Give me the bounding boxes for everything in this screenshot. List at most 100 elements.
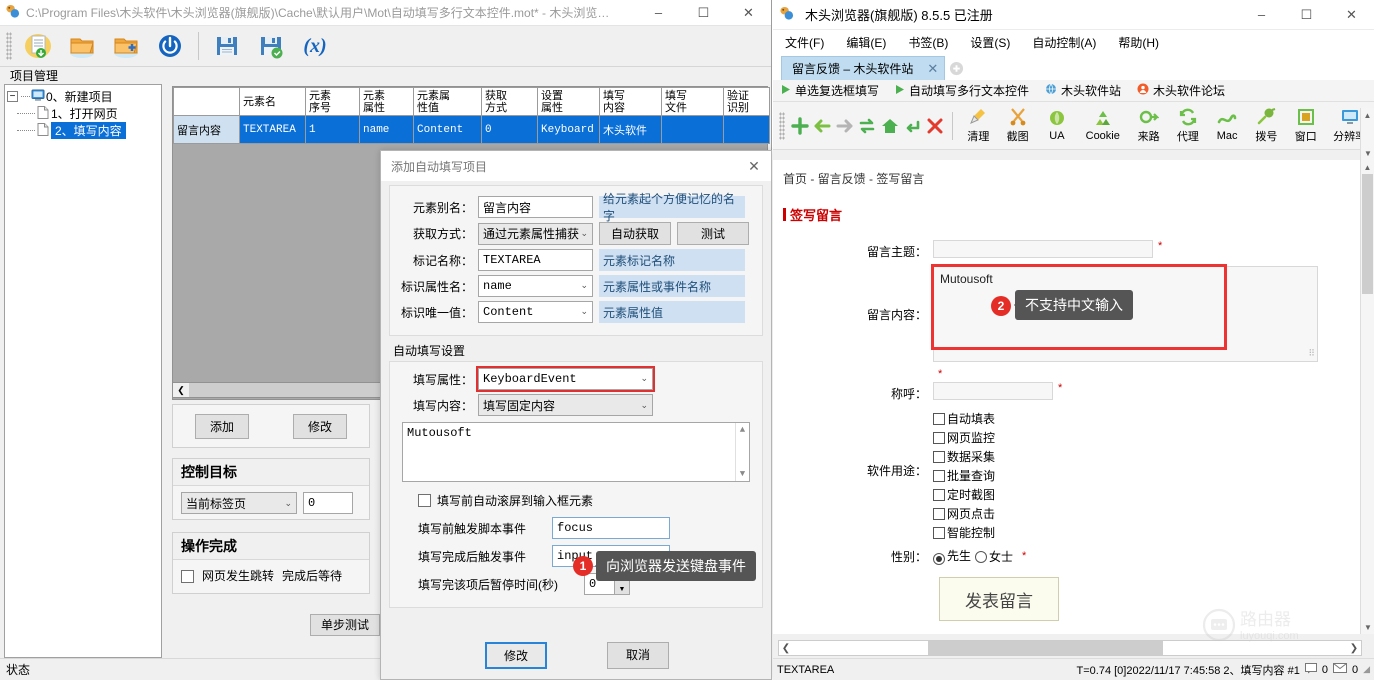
cookie-icon[interactable]: Cookie bbox=[1077, 109, 1129, 142]
cell-fill-content[interactable]: 木头软件 bbox=[600, 116, 662, 144]
add-folder-icon[interactable] bbox=[104, 27, 148, 65]
menu-edit[interactable]: 编辑(E) bbox=[846, 34, 886, 51]
col-header-2[interactable]: 元素序号 bbox=[306, 88, 360, 116]
stop-icon[interactable] bbox=[923, 109, 945, 143]
usage-option-6[interactable]: 智能控制 bbox=[933, 524, 995, 541]
cell-capture-mode[interactable]: 0 bbox=[482, 116, 538, 144]
resize-handle-icon[interactable]: ⠿ bbox=[1308, 348, 1315, 359]
power-icon[interactable] bbox=[148, 27, 192, 65]
resize-grip-icon[interactable]: ◢ bbox=[1363, 664, 1370, 675]
tree-node-1[interactable]: 1、打开网页 bbox=[5, 105, 161, 122]
menu-settings[interactable]: 设置(S) bbox=[970, 34, 1010, 51]
menu-automation[interactable]: 自动控制(A) bbox=[1032, 34, 1096, 51]
col-header-6[interactable]: 设置属性 bbox=[538, 88, 600, 116]
spinner-down-icon[interactable]: ▼ bbox=[615, 584, 629, 594]
close-icon[interactable]: ✕ bbox=[1329, 2, 1374, 28]
tree-node-2[interactable]: 2、填写内容 bbox=[5, 122, 161, 139]
cell-verify[interactable] bbox=[724, 116, 770, 144]
modify-button[interactable]: 修改 bbox=[293, 414, 347, 439]
mac-icon[interactable]: Mac bbox=[1208, 109, 1247, 142]
fill-attr-select[interactable]: KeyboardEvent ⌄ bbox=[478, 368, 653, 390]
attr-name-select[interactable]: name ⌄ bbox=[478, 275, 593, 297]
dialog-close-icon[interactable]: ✕ bbox=[737, 151, 771, 181]
usage-option-2[interactable]: 数据采集 bbox=[933, 448, 995, 465]
cell-element-attr[interactable]: name bbox=[360, 116, 414, 144]
new-tab-icon[interactable] bbox=[945, 56, 967, 80]
before-event-input[interactable]: focus bbox=[552, 517, 670, 539]
gender-option-female[interactable]: 女士 bbox=[975, 548, 1013, 565]
col-header-7[interactable]: 填写内容 bbox=[600, 88, 662, 116]
bookmark-single-multi-fill[interactable]: 单选复选框填写 bbox=[781, 82, 879, 99]
col-header-1[interactable]: 元素名 bbox=[240, 88, 306, 116]
scroll-up-icon[interactable]: ▲ bbox=[740, 425, 745, 435]
jump-checkbox[interactable] bbox=[181, 568, 194, 582]
menu-help[interactable]: 帮助(H) bbox=[1118, 34, 1159, 51]
fill-content-textarea[interactable]: Mutousoft ▲ ▼ bbox=[402, 422, 750, 482]
submit-button[interactable]: 发表留言 bbox=[939, 577, 1059, 621]
maximize-icon[interactable]: ☐ bbox=[681, 0, 726, 26]
cancel-button[interactable]: 取消 bbox=[607, 642, 669, 669]
usage-option-3[interactable]: 批量查询 bbox=[933, 467, 995, 484]
col-header-8[interactable]: 填写文件 bbox=[662, 88, 724, 116]
referer-icon[interactable]: 来路 bbox=[1129, 107, 1168, 144]
minimize-icon[interactable]: – bbox=[636, 0, 681, 26]
menu-bookmarks[interactable]: 书签(B) bbox=[908, 34, 948, 51]
scroll-down-icon[interactable]: ▼ bbox=[740, 469, 745, 479]
usage-option-1[interactable]: 网页监控 bbox=[933, 429, 995, 446]
window-icon[interactable]: 窗口 bbox=[1286, 107, 1325, 144]
add-button[interactable]: 添加 bbox=[195, 414, 249, 439]
minimize-icon[interactable]: – bbox=[1239, 2, 1284, 28]
fill-content-select[interactable]: 填写固定内容 ⌄ bbox=[478, 394, 653, 416]
cell-element-attr-value[interactable]: Content bbox=[414, 116, 482, 144]
reload-icon[interactable] bbox=[901, 109, 923, 143]
cell-fill-file[interactable] bbox=[662, 116, 724, 144]
new-project-icon[interactable] bbox=[16, 27, 60, 65]
tree-node-2-label[interactable]: 2、填写内容 bbox=[51, 122, 126, 139]
scroll-up-icon[interactable]: ▲ bbox=[1361, 160, 1374, 174]
scroll-left-icon[interactable]: ❮ bbox=[779, 643, 793, 654]
scroll-left-icon[interactable]: ❮ bbox=[173, 383, 189, 397]
dial-icon[interactable]: 拨号 bbox=[1247, 107, 1286, 144]
auto-get-button[interactable]: 自动获取 bbox=[599, 222, 671, 245]
bookmark-mutou-forum[interactable]: 木头软件论坛 bbox=[1137, 82, 1225, 99]
browser-tab[interactable]: 留言反馈 – 木头软件站 ✕ bbox=[781, 56, 945, 80]
scroll-thumb[interactable] bbox=[928, 641, 1163, 655]
maximize-icon[interactable]: ☐ bbox=[1284, 2, 1329, 28]
save-icon[interactable] bbox=[205, 27, 249, 65]
checkbox-box[interactable] bbox=[418, 494, 431, 507]
checkbox-box[interactable] bbox=[933, 432, 945, 444]
scroll-down-icon[interactable]: ▼ bbox=[1361, 146, 1374, 160]
bookmark-autofill-textarea[interactable]: 自动填写多行文本控件 bbox=[895, 82, 1029, 99]
checkbox-box[interactable] bbox=[933, 508, 945, 520]
confirm-button[interactable]: 修改 bbox=[485, 642, 547, 669]
bookmark-mutou-site[interactable]: 木头软件站 bbox=[1045, 82, 1121, 99]
col-header-4[interactable]: 元素属性值 bbox=[414, 88, 482, 116]
checkbox-box[interactable] bbox=[933, 451, 945, 463]
subject-input[interactable] bbox=[933, 240, 1153, 258]
project-tree[interactable]: − 0、新建项目 1、打开网页 2、填写内容 bbox=[4, 84, 162, 658]
cell-set-attr[interactable]: Keyboard bbox=[538, 116, 600, 144]
scroll-checkbox-row[interactable]: 填写前自动滚屏到输入框元素 bbox=[418, 492, 758, 509]
alias-input[interactable]: 留言内容 bbox=[478, 196, 593, 218]
scroll-right-icon[interactable]: ❯ bbox=[1347, 643, 1361, 654]
add-icon[interactable] bbox=[789, 109, 811, 143]
scroll-thumb[interactable] bbox=[189, 383, 389, 397]
refresh-icon[interactable] bbox=[856, 109, 878, 143]
tree-node-0[interactable]: − 0、新建项目 bbox=[5, 88, 161, 105]
cell-element-name[interactable]: TEXTAREA bbox=[240, 116, 306, 144]
cell-element-index[interactable]: 1 bbox=[306, 116, 360, 144]
tab-close-icon[interactable]: ✕ bbox=[927, 61, 938, 77]
scroll-up-icon[interactable]: ▲ bbox=[1361, 108, 1374, 122]
usage-option-4[interactable]: 定时截图 bbox=[933, 486, 995, 503]
checkbox-box[interactable] bbox=[933, 413, 945, 425]
proxy-icon[interactable]: 代理 bbox=[1168, 107, 1207, 144]
save-as-icon[interactable] bbox=[249, 27, 293, 65]
step-test-button[interactable]: 单步测试 bbox=[310, 614, 380, 636]
collapse-icon[interactable]: − bbox=[7, 91, 18, 102]
menu-file[interactable]: 文件(F) bbox=[785, 34, 824, 51]
checkbox-box[interactable] bbox=[933, 489, 945, 501]
toolbar-gripper[interactable] bbox=[779, 112, 785, 140]
test-button[interactable]: 测试 bbox=[677, 222, 749, 245]
ua-icon[interactable]: UA bbox=[1037, 109, 1076, 142]
col-header-0[interactable] bbox=[174, 88, 240, 116]
